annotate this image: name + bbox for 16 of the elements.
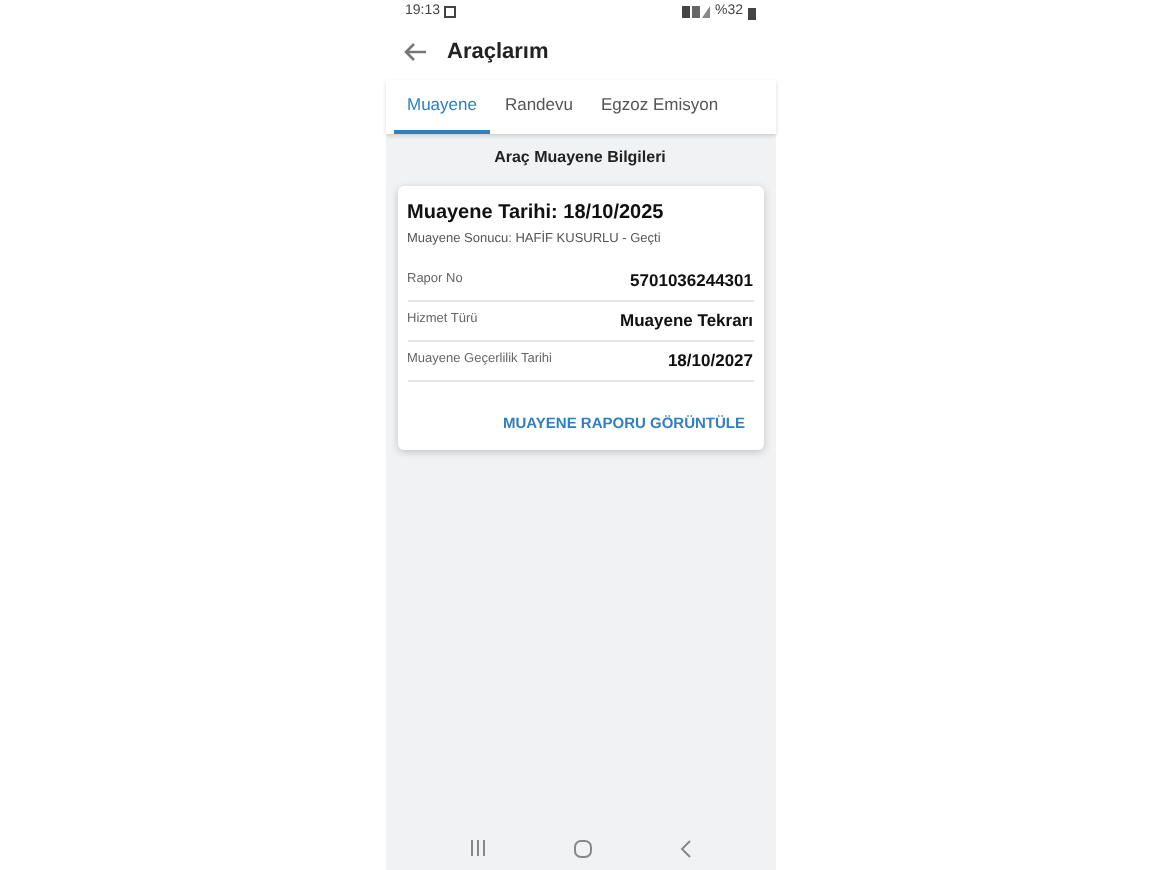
row-value: 5701036244301 (630, 267, 753, 294)
row-value: 18/10/2027 (667, 347, 753, 374)
recent-apps-icon[interactable] (469, 840, 485, 856)
tab[interactable]: Egzoz Emisyon (587, 80, 733, 134)
tab[interactable]: Muayene (393, 80, 491, 134)
home-icon[interactable] (573, 839, 591, 857)
card-title: Muayene Tarihi: 18/10/2025 (407, 200, 666, 228)
back-icon[interactable] (679, 839, 691, 857)
image-icon (444, 6, 457, 18)
tab[interactable]: Randevu (490, 80, 587, 134)
page-title: Araçlarım (447, 37, 549, 68)
signal-icon (682, 6, 711, 18)
row-value: Muayene Tekrarı (620, 307, 753, 334)
battery-icon (747, 5, 755, 19)
section-title: Araç Muayene Bilgileri (494, 146, 666, 170)
back-arrow-icon[interactable] (403, 42, 427, 62)
